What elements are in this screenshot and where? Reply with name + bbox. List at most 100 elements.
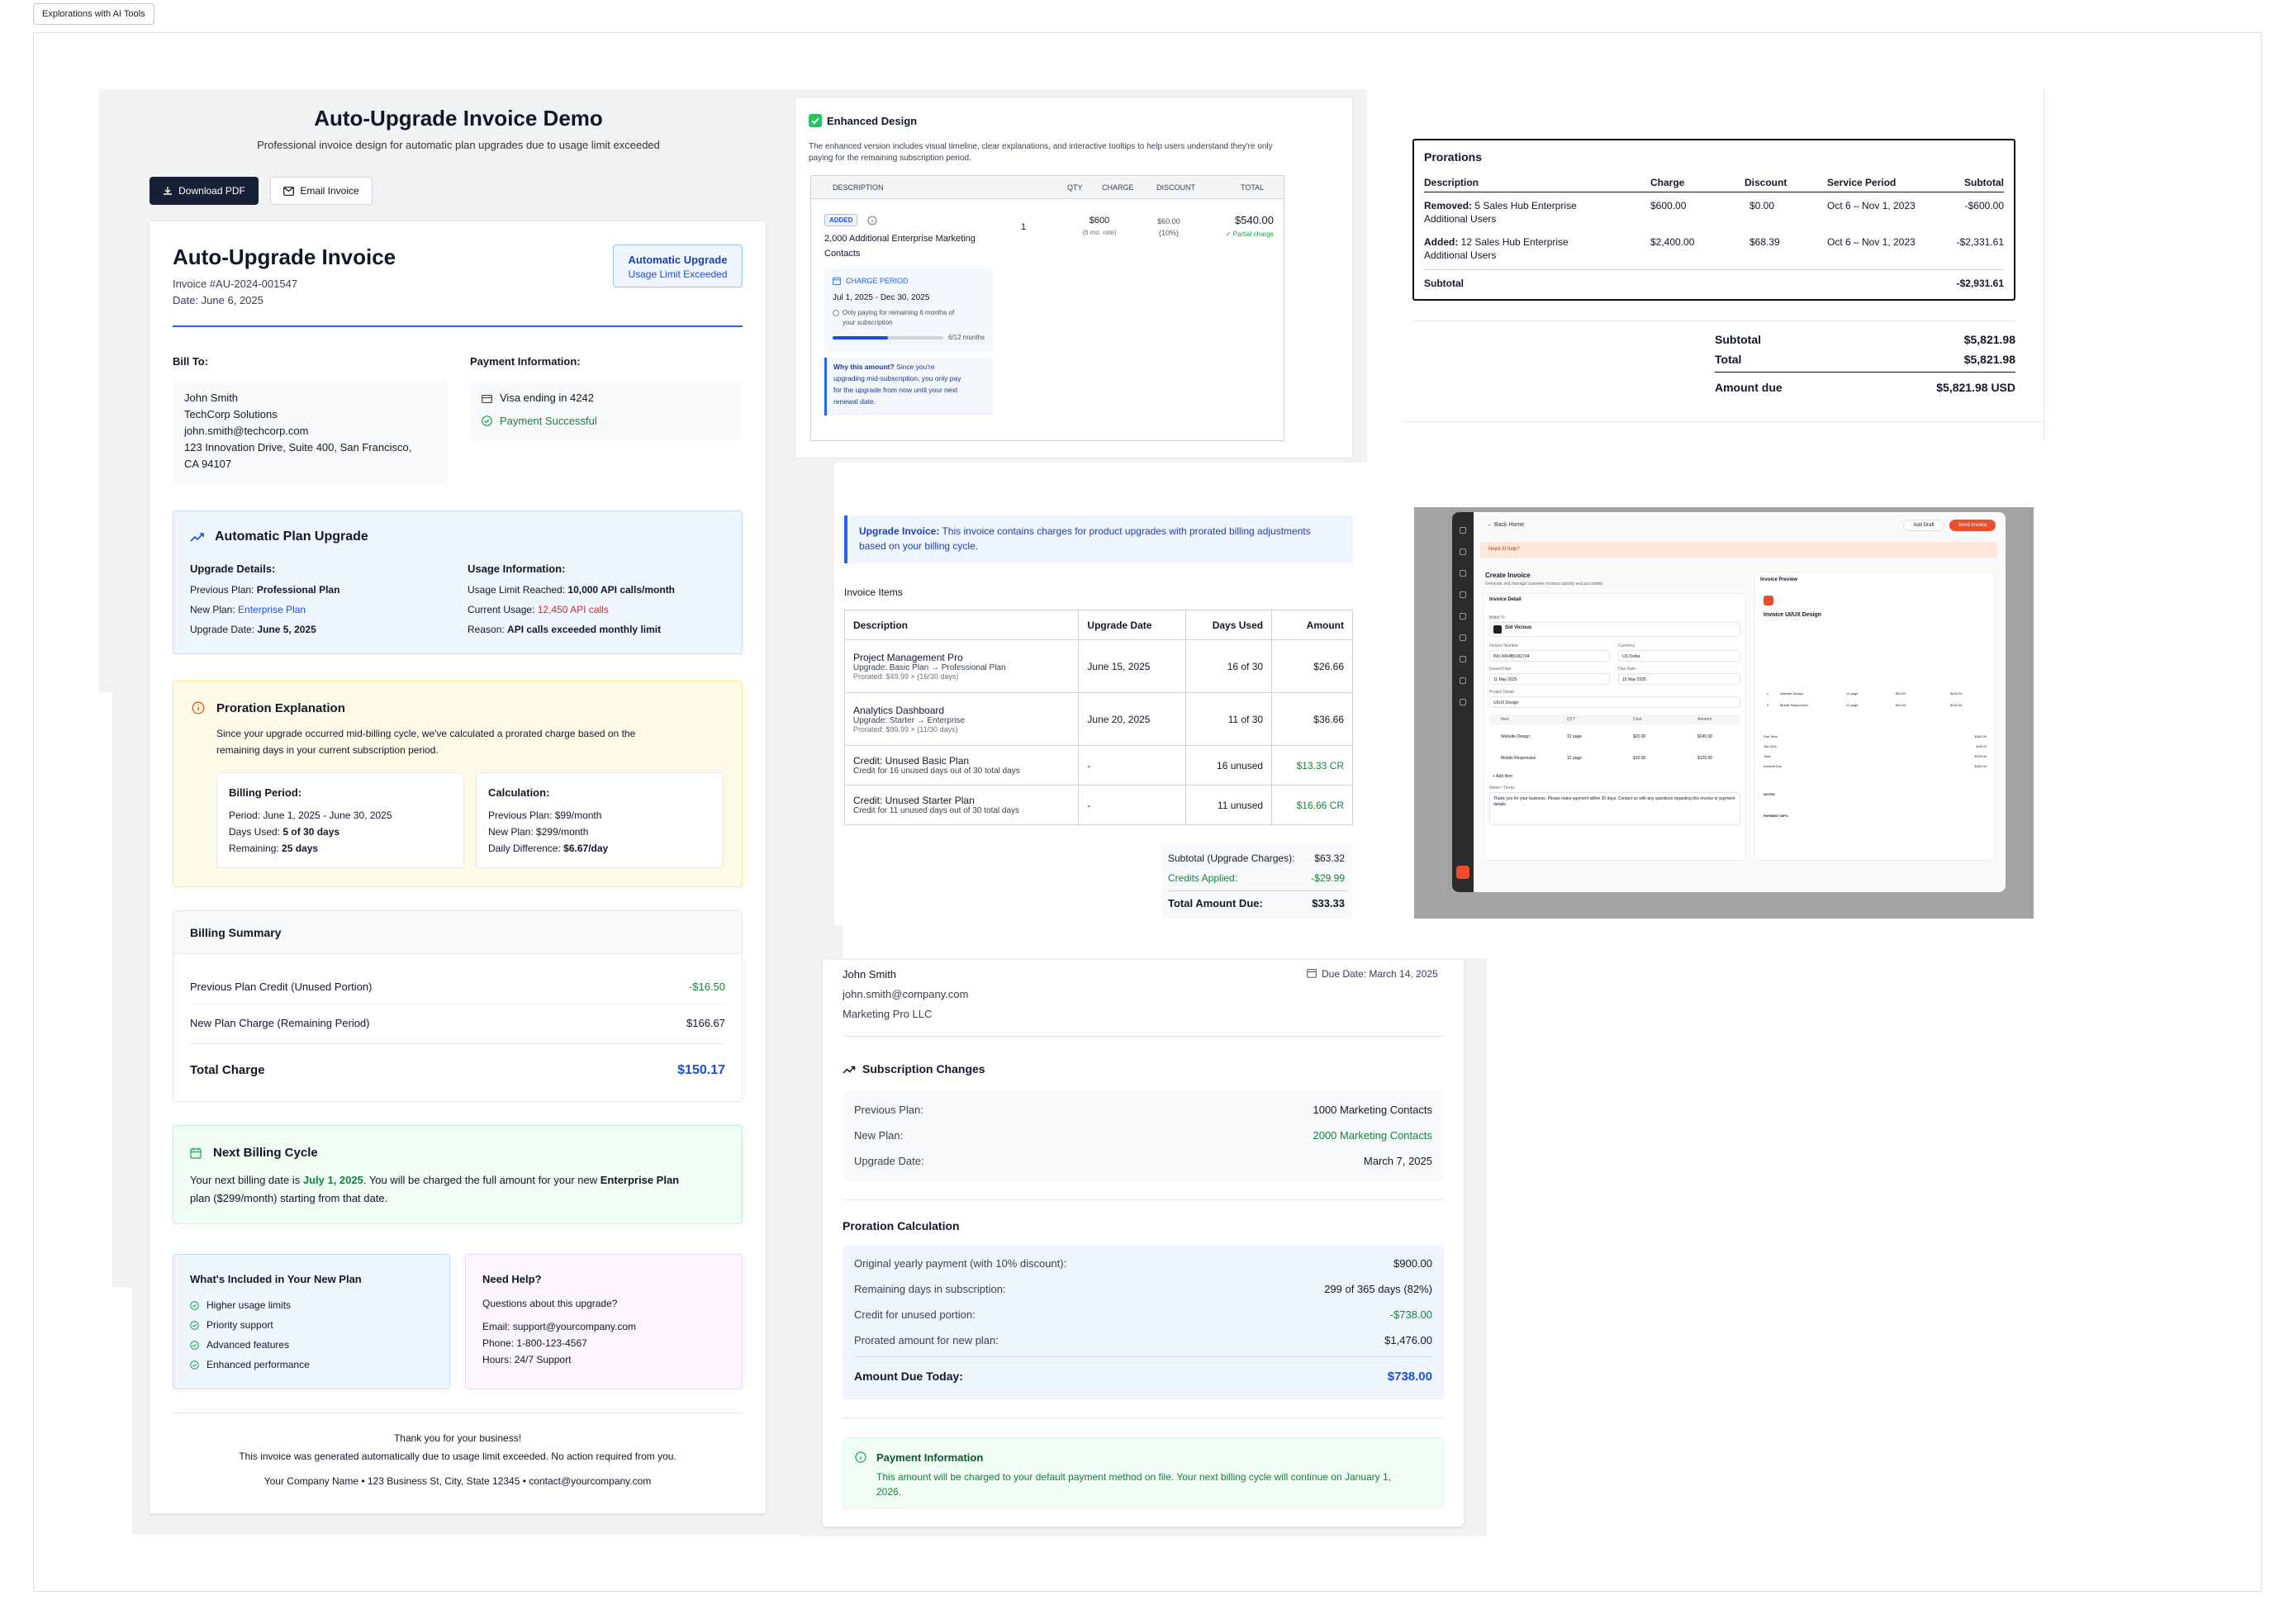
usage-info-label: Usage Information:: [468, 563, 566, 575]
amount-due-label: Amount due: [1715, 381, 1783, 394]
orig-payment-value: $900.00: [1393, 1257, 1432, 1270]
calc-diff-value: $6.67/day: [563, 843, 609, 854]
upgrade-banner-text-1: This invoice contains charges for produc…: [939, 525, 1311, 537]
sidebar-nav-icon[interactable]: [1460, 570, 1466, 577]
pror-row-desc: Added: 12 Sales Hub Enterprise: [1424, 236, 1569, 248]
item-description-cell: Credit: Unused Starter Plan Credit for 11…: [843, 785, 1080, 825]
upgrade-banner-text-2: based on your billing cycle.: [859, 540, 979, 552]
currency-label: Currency: [1618, 643, 1635, 648]
total-due-value: $33.33: [1312, 897, 1345, 909]
add-draft-button[interactable]: Add Draft: [1903, 520, 1944, 531]
add-item-button[interactable]: + Add Item: [1493, 774, 1512, 779]
sidebar-nav-icon[interactable]: [1460, 656, 1466, 662]
due-date-input[interactable]: 15 May 2025: [1618, 673, 1740, 685]
download-pdf-label: Download PDF: [178, 185, 245, 197]
item-amount-cell: $36.66: [1271, 692, 1353, 746]
check-box-icon: [809, 114, 822, 127]
mock-item-cell: $10.00: [1633, 756, 1646, 761]
help-email-key: Email:: [482, 1321, 510, 1332]
sub-customer-name: John Smith: [843, 968, 897, 981]
help-email-value[interactable]: support@yourcompany.com: [513, 1321, 636, 1332]
issued-date-label: Issued Date: [1489, 667, 1512, 672]
preview-total-value: $360.00: [1974, 734, 1987, 738]
proration-calc-rule: [854, 1356, 1432, 1357]
col-description: DESCRIPTION: [833, 183, 884, 192]
mock-item-cell: $20.00: [1633, 734, 1646, 739]
badge-line1: Automatic Upgrade: [628, 254, 728, 266]
issued-date-input[interactable]: 11 May 2025: [1489, 673, 1610, 685]
card-text: Visa ending in 4242: [500, 392, 594, 404]
sidebar-nav-icon[interactable]: [1460, 591, 1466, 598]
pror-row-desc-2: Additional Users: [1424, 249, 1497, 261]
canvas-tag[interactable]: Explorations with AI Tools: [33, 3, 154, 25]
total-charge-value: $150.17: [677, 1063, 725, 1077]
sidebar-nav-icon[interactable]: [1460, 634, 1466, 641]
charge-period-dates: Jul 1, 2025 - Dec 30, 2025: [833, 293, 930, 302]
sidebar-nav-icon[interactable]: [1460, 527, 1466, 534]
sub-customer-company: Marketing Pro LLC: [843, 1008, 933, 1020]
why-line-2: upgrading mid-subscription, you only pay: [833, 374, 961, 382]
calc-prev-key: Previous Plan:: [488, 810, 553, 821]
invoice-form: Invoice Detail Billed To Sid Vicious Inv…: [1484, 593, 1746, 861]
invoice-item-row: Credit: Unused Basic Plan Credit for 16 u…: [843, 745, 1353, 786]
footer-note: This invoice was generated automatically…: [239, 1451, 677, 1462]
col-charge: CHARGE: [1102, 183, 1134, 192]
pror-row-discount: $0.00: [1749, 200, 1775, 211]
pror-row-discount: $68.39: [1749, 236, 1780, 248]
bill-to-address: 123 Innovation Drive, Suite 400, San Fra…: [184, 441, 412, 453]
payment-info-text-1: This amount will be charged to your defa…: [876, 1471, 1392, 1483]
calculation-label: Calculation:: [488, 786, 550, 799]
due-calendar-icon: [1307, 969, 1317, 978]
why-line-4: renewal date.: [833, 397, 876, 406]
notes-label: Notes / Terms: [1489, 786, 1515, 791]
sub-changes-box: Previous Plan: 1000 Marketing Contacts N…: [843, 1090, 1444, 1181]
bill-to-label: Bill To:: [173, 355, 209, 368]
ai-help-bar[interactable]: Need AI help?: [1480, 542, 1997, 558]
help-phone-value[interactable]: 1-800-123-4567: [516, 1337, 586, 1349]
app-sidebar-logo[interactable]: [1456, 866, 1469, 879]
invoice-item-row: Analytics Dashboard Upgrade: Starter → En…: [843, 692, 1353, 746]
amount-due-value: $5,821.98 USD: [1936, 381, 2015, 394]
credits-applied-label: Credits Applied:: [1168, 872, 1238, 884]
upgrade-banner-bold: Upgrade Invoice:: [859, 525, 940, 537]
included-check-icon: [190, 1319, 199, 1334]
pror-col-discount: Discount: [1745, 177, 1787, 188]
summary-divider-2: [190, 1043, 725, 1044]
col-discount: DISCOUNT: [1156, 183, 1195, 192]
included-item: Enhanced performance: [207, 1359, 310, 1370]
remaining-days-key: Remaining days in subscription:: [854, 1283, 1006, 1295]
upgrade-banner: Upgrade Invoice: This invoice contains c…: [844, 515, 1353, 563]
days-used-value: 5 of 30 days: [282, 826, 340, 838]
preview-heading: Invoice UI/UX Design: [1764, 612, 1822, 618]
notes-textarea[interactable]: Thank you for your business. Please make…: [1489, 792, 1740, 825]
invoice-number-input[interactable]: INV-0064B9182704: [1489, 650, 1610, 662]
bill-to-box: John Smith TechCorp Solutions john.smith…: [173, 380, 447, 484]
tooltip-info-icon[interactable]: [867, 216, 877, 226]
project-detail-input[interactable]: UI/UX Design: [1489, 696, 1740, 708]
preview-notes-label: NOTES: [1764, 792, 1775, 796]
email-invoice-button[interactable]: Email Invoice: [270, 177, 373, 205]
back-home-link[interactable]: ← Back Home: [1487, 522, 1524, 528]
app-screenshot: ← Back Home Add Draft Send Invoice Need …: [1414, 507, 2034, 919]
item-sub-1: Credit for 16 unused days out of 30 tota…: [853, 767, 1020, 776]
footer-thanks: Thank you for your business!: [393, 1432, 522, 1444]
orig-payment-key: Original yearly payment (with 10% discou…: [854, 1257, 1067, 1270]
sidebar-nav-icon[interactable]: [1460, 548, 1466, 555]
send-invoice-button[interactable]: Send Invoice: [1949, 520, 1996, 531]
preview-total-label: Sub Total: [1764, 734, 1778, 738]
included-check-icon: [190, 1339, 199, 1354]
why-amount-box: Why this amount? Since you're upgrading …: [824, 358, 993, 415]
download-pdf-button[interactable]: Download PDF: [150, 177, 259, 205]
next-billing-title: Next Billing Cycle: [213, 1146, 318, 1160]
sidebar-nav-icon[interactable]: [1460, 613, 1466, 620]
currency-select[interactable]: US Dollar: [1618, 650, 1740, 662]
sidebar-nav-icon[interactable]: [1460, 699, 1466, 705]
header-divider: [173, 325, 743, 327]
sub-customer-email: john.smith@company.com: [843, 988, 969, 1000]
billed-to-select[interactable]: Sid Vicious: [1489, 622, 1740, 637]
sidebar-nav-icon[interactable]: [1460, 677, 1466, 684]
payment-info-label: Payment Information:: [470, 355, 581, 368]
sub-changes-title: Subscription Changes: [862, 1062, 985, 1076]
sub-divider-2: [843, 1199, 1444, 1200]
charge-value: $166.67: [686, 1017, 725, 1029]
